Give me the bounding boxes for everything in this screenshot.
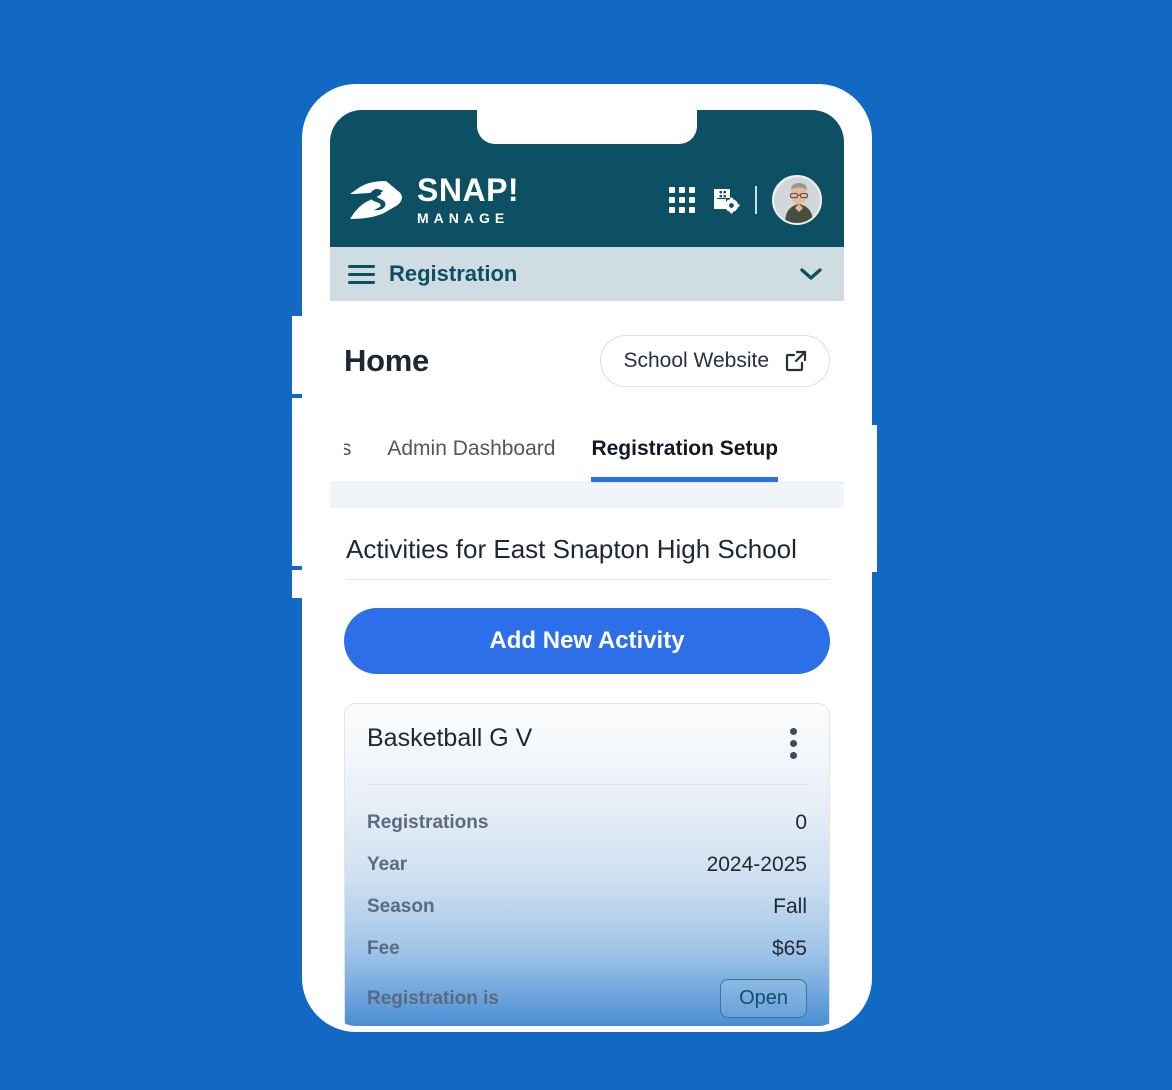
activity-card-rule bbox=[367, 784, 807, 785]
activity-title: Basketball G V bbox=[367, 724, 533, 752]
activity-detail-row: Fee $65 bbox=[367, 928, 807, 970]
header-divider bbox=[755, 186, 757, 214]
page-body: Home School Website amps Admin Dashboard… bbox=[330, 301, 844, 1026]
logo-primary-text: SNAP! bbox=[417, 172, 520, 208]
detail-value: $65 bbox=[771, 937, 807, 960]
chevron-down-icon[interactable] bbox=[800, 267, 822, 281]
detail-label: Registrations bbox=[367, 812, 489, 833]
school-settings-gear-icon[interactable] bbox=[710, 185, 740, 215]
subbar-title: Registration bbox=[389, 261, 518, 286]
activity-detail-row: Year 2024-2025 bbox=[367, 844, 807, 886]
detail-value: 2024-2025 bbox=[706, 853, 807, 876]
registration-subbar[interactable]: Registration bbox=[330, 247, 844, 301]
detail-label: Season bbox=[367, 896, 435, 917]
snap-s-logo-icon bbox=[350, 180, 402, 219]
avatar[interactable] bbox=[772, 175, 822, 225]
activity-card[interactable]: Basketball G V Registrations 0 Year 2024… bbox=[344, 703, 830, 1026]
detail-value: Fall bbox=[773, 895, 807, 918]
detail-value: 0 bbox=[795, 811, 807, 834]
subbar-left: Registration bbox=[348, 261, 517, 287]
activity-detail-row: Registrations 0 bbox=[367, 802, 807, 844]
phone-screen: SNAP! MANAGE Registration Home School We… bbox=[330, 110, 844, 1026]
avatar-photo bbox=[774, 177, 820, 223]
activities-heading: Activities for East Snapton High School bbox=[346, 508, 828, 580]
kebab-menu-icon[interactable] bbox=[780, 724, 807, 763]
status-badge[interactable]: Open bbox=[720, 979, 807, 1018]
add-new-activity-button[interactable]: Add New Activity bbox=[344, 608, 830, 674]
tab-registration-setup[interactable]: Registration Setup bbox=[591, 437, 779, 482]
activity-status-row: Registration is Open bbox=[367, 970, 807, 1026]
status-label: Registration is bbox=[367, 987, 499, 1009]
phone-notch bbox=[477, 110, 697, 144]
tab-bar: amps Admin Dashboard Registration Setup bbox=[344, 437, 830, 482]
grid-apps-icon[interactable] bbox=[669, 187, 695, 213]
detail-label: Year bbox=[367, 854, 408, 875]
app-logo[interactable]: SNAP! MANAGE bbox=[348, 174, 519, 225]
hamburger-menu-icon[interactable] bbox=[348, 264, 375, 284]
header-actions bbox=[669, 175, 822, 225]
logo-secondary-text: MANAGE bbox=[417, 210, 510, 226]
page-title: Home bbox=[344, 343, 429, 378]
content-divider-strip bbox=[330, 482, 844, 508]
detail-label: Fee bbox=[367, 938, 400, 959]
tab-admin-dashboard[interactable]: Admin Dashboard bbox=[387, 437, 555, 482]
activity-detail-row: Season Fall bbox=[367, 886, 807, 928]
external-link-icon bbox=[785, 350, 807, 372]
school-website-label: School Website bbox=[623, 349, 769, 372]
tab-camps[interactable]: amps bbox=[344, 437, 351, 482]
school-website-button[interactable]: School Website bbox=[600, 335, 830, 387]
activity-card-header: Basketball G V bbox=[367, 724, 807, 763]
page-title-row: Home School Website bbox=[344, 301, 830, 387]
